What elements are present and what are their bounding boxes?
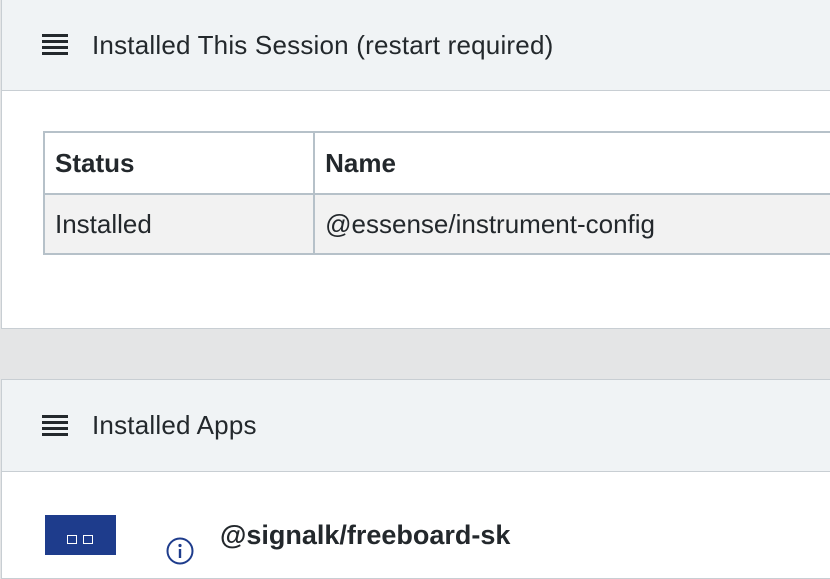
- installed-session-header: Installed This Session (restart required…: [2, 0, 830, 91]
- app-name-link[interactable]: @signalk/freeboard-sk: [220, 520, 510, 551]
- installed-session-title: Installed This Session (restart required…: [92, 29, 554, 60]
- app-grid-icon[interactable]: [45, 515, 116, 555]
- installed-apps-title: Installed Apps: [92, 410, 257, 440]
- cell-status: Installed: [42, 193, 316, 255]
- table-header-row: Status Name: [42, 131, 830, 195]
- list-icon: [42, 34, 68, 55]
- installed-session-card: Installed This Session (restart required…: [1, 0, 830, 329]
- list-icon: [42, 414, 68, 436]
- column-header-name[interactable]: Name: [313, 131, 830, 195]
- installed-apps-header: Installed Apps: [2, 380, 830, 472]
- info-icon[interactable]: [166, 537, 194, 565]
- column-header-status[interactable]: Status: [42, 131, 316, 195]
- installed-session-table: Status Name Installed @essense/instrumen…: [42, 131, 830, 255]
- table-row: Installed @essense/instrument-config: [42, 193, 830, 255]
- cell-name: @essense/instrument-config: [313, 193, 830, 255]
